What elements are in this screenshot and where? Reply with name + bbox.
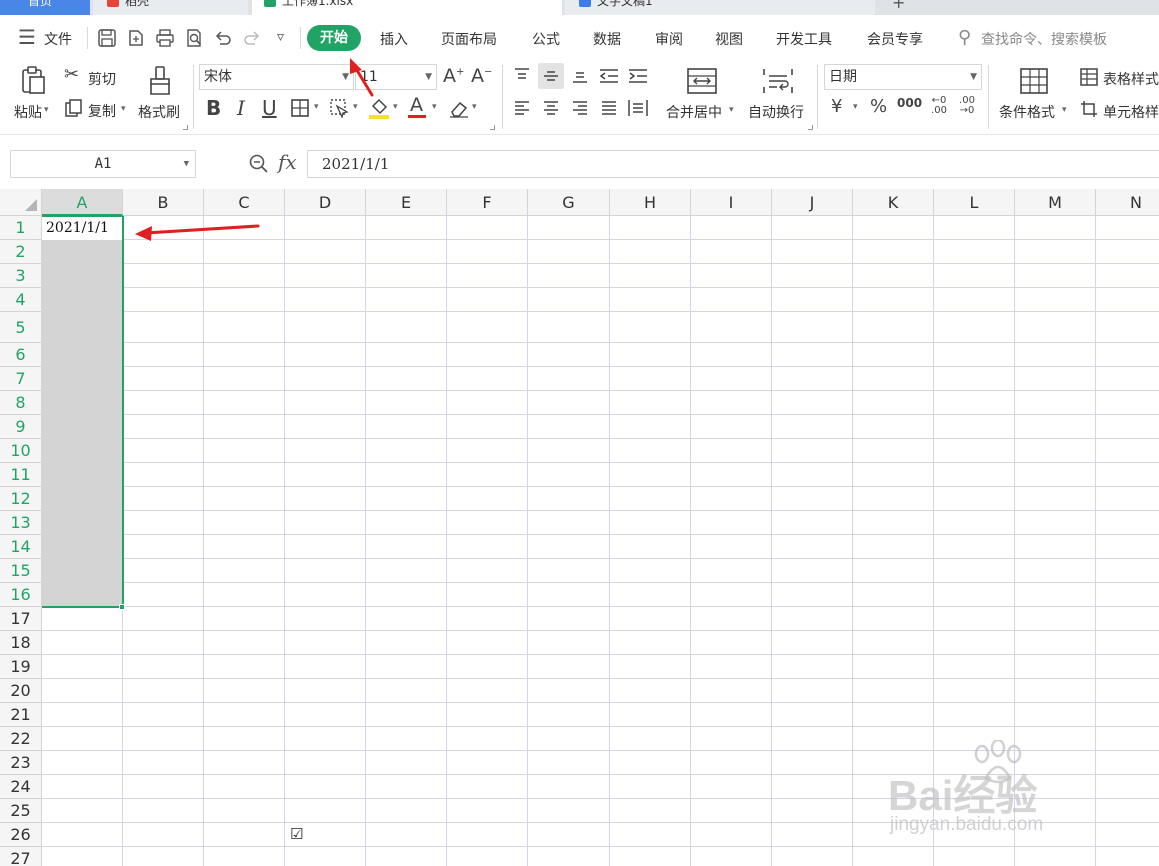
annotation-layer — [135, 58, 374, 241]
annotation-arrow-to-home-tab — [350, 58, 374, 97]
annotation-arrow-to-cell — [135, 224, 260, 241]
